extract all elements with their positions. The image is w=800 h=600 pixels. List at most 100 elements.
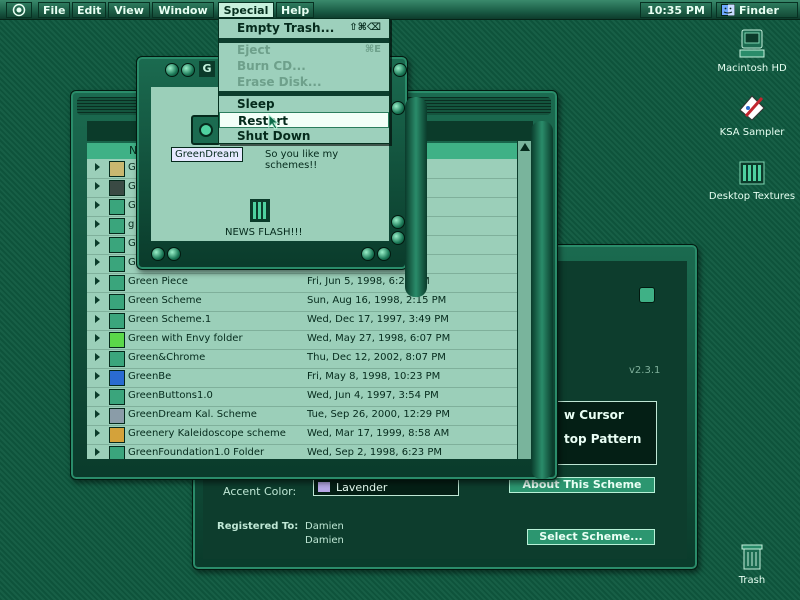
disclosure-triangle-icon[interactable]	[95, 277, 100, 285]
desktop-icon-desktop-textures[interactable]: Desktop Textures	[702, 156, 800, 202]
table-row[interactable]: GreenButtons1.0 Wed, Jun 4, 1997, 3:54 PM	[87, 387, 517, 407]
disclosure-triangle-icon[interactable]	[95, 201, 100, 209]
menu-item-label: Burn CD...	[237, 59, 306, 73]
collapse-box-icon[interactable]	[393, 63, 407, 77]
disclosure-triangle-icon[interactable]	[95, 296, 100, 304]
menu-item-sleep[interactable]: Sleep	[219, 96, 389, 112]
greendream-item-label[interactable]: GreenDream	[171, 147, 243, 162]
disclosure-triangle-icon[interactable]	[95, 391, 100, 399]
file-icon	[109, 313, 125, 329]
menu-window[interactable]: Window	[152, 2, 214, 18]
menu-clock[interactable]: 10:35 PM	[640, 2, 712, 18]
file-name: GreenDream Kal. Scheme	[128, 409, 257, 420]
scroll-knob-icon	[361, 247, 375, 261]
file-name: G	[128, 238, 136, 249]
registered-to-label: Registered To:	[217, 521, 299, 532]
table-row[interactable]: GreenBe Fri, May 8, 1998, 10:23 PM	[87, 368, 517, 388]
table-row[interactable]: Greenery Kaleidoscope scheme Wed, Mar 17,…	[87, 425, 517, 445]
table-row[interactable]: Green&Chrome Thu, Dec 12, 2002, 8:07 PM	[87, 349, 517, 369]
scroll-knob-icon	[391, 101, 405, 115]
menu-view[interactable]: View	[108, 2, 150, 18]
menu-item-empty-trash[interactable]: Empty Trash... ⇧⌘⌫	[219, 20, 389, 36]
menu-item-label: Shut Down	[237, 129, 311, 143]
trash-icon	[736, 540, 768, 572]
menu-item-label: Eject	[237, 43, 271, 57]
help-icon[interactable]	[639, 287, 655, 303]
disclosure-triangle-icon[interactable]	[95, 258, 100, 266]
disclosure-triangle-icon[interactable]	[95, 429, 100, 437]
window-title: G	[199, 61, 215, 77]
desktop-icon-trash[interactable]: Trash	[702, 540, 800, 586]
mouse-pointer-icon	[268, 114, 280, 130]
disclosure-triangle-icon[interactable]	[95, 372, 100, 380]
desktop-icon-macintosh-hd[interactable]: Macintosh HD	[702, 28, 800, 74]
menu-item-label: Erase Disk...	[237, 75, 322, 89]
option-cursor[interactable]: w Cursor	[564, 408, 624, 422]
desktop-icon-label: Desktop Textures	[708, 191, 796, 202]
resize-box-icon[interactable]	[377, 247, 391, 261]
menu-item-shortcut: ⇧⌘⌫	[349, 22, 381, 33]
menu-edit[interactable]: Edit	[72, 2, 106, 18]
disclosure-triangle-icon[interactable]	[95, 353, 100, 361]
file-icon	[109, 256, 125, 272]
file-name: GreenBe	[128, 371, 172, 382]
file-date-modified: Tue, Sep 26, 2000, 12:29 PM	[307, 409, 451, 420]
menu-item-erase-disk: Erase Disk...	[219, 74, 389, 90]
table-row[interactable]: Green Scheme.1 Wed, Dec 17, 1997, 3:49 PM	[87, 311, 517, 331]
paint-brush-icon	[736, 92, 768, 124]
file-date-modified: Wed, May 27, 1998, 6:07 PM	[307, 333, 451, 344]
disclosure-triangle-icon[interactable]	[95, 182, 100, 190]
file-icon	[109, 161, 125, 177]
accent-color-select[interactable]: Lavender	[313, 479, 459, 496]
accent-color-label: Accent Color:	[223, 485, 297, 498]
news-folder-icon[interactable]	[249, 197, 271, 223]
table-row[interactable]: Green Piece Fri, Jun 5, 1998, 6:25 AM	[87, 273, 517, 293]
application-menu[interactable]: Finder	[716, 2, 798, 18]
menu-help[interactable]: Help	[276, 2, 314, 18]
select-scheme-button[interactable]: Select Scheme...	[527, 529, 655, 545]
version-label: v2.3.1	[629, 365, 661, 376]
desktop-icon-ksa-sampler[interactable]: KSA Sampler	[702, 92, 800, 138]
finder-icon	[721, 4, 735, 16]
scroll-up-arrow-icon[interactable]	[520, 143, 530, 151]
file-name: Green Piece	[128, 276, 188, 287]
file-name: G	[128, 181, 136, 192]
window-knob-icon	[181, 63, 195, 77]
file-name: GreenButtons1.0	[128, 390, 213, 401]
file-icon	[109, 332, 125, 348]
apple-menu[interactable]	[6, 2, 32, 18]
menu-special[interactable]: Special	[218, 2, 274, 18]
menu-bar: File Edit View Window Special Help 10:35…	[0, 0, 800, 20]
textures-folder-icon	[736, 156, 768, 188]
table-row[interactable]: GreenFoundation1.0 Folder Wed, Sep 2, 199…	[87, 444, 517, 459]
option-pattern[interactable]: top Pattern	[564, 432, 641, 446]
disclosure-triangle-icon[interactable]	[95, 220, 100, 228]
file-icon	[109, 446, 125, 459]
disclosure-triangle-icon[interactable]	[95, 315, 100, 323]
file-icon	[109, 294, 125, 310]
file-icon	[109, 427, 125, 443]
menu-item-shut-down[interactable]: Shut Down	[219, 128, 389, 144]
apple-icon	[12, 3, 26, 17]
menu-item-restart[interactable]: Restart	[219, 112, 389, 128]
disclosure-triangle-icon[interactable]	[95, 410, 100, 418]
file-name: Greenery Kaleidoscope scheme	[128, 428, 286, 439]
table-row[interactable]: GreenDream Kal. Scheme Tue, Sep 26, 2000,…	[87, 406, 517, 426]
scroll-knob-icon	[391, 231, 405, 245]
file-name: G	[128, 257, 136, 268]
table-row[interactable]: Green with Envy folder Wed, May 27, 1998,…	[87, 330, 517, 350]
disclosure-triangle-icon[interactable]	[95, 239, 100, 247]
table-row[interactable]: Green Scheme Sun, Aug 16, 1998, 2:15 PM	[87, 292, 517, 312]
file-icon	[109, 218, 125, 234]
greendream-app-icon[interactable]	[191, 115, 221, 145]
menu-file[interactable]: File	[38, 2, 70, 18]
file-date-modified: Wed, Jun 4, 1997, 3:54 PM	[307, 390, 439, 401]
disclosure-triangle-icon[interactable]	[95, 448, 100, 456]
menu-item-eject: Eject ⌘E	[219, 42, 389, 58]
disclosure-triangle-icon[interactable]	[95, 334, 100, 342]
color-swatch-icon	[318, 482, 330, 492]
close-box-icon[interactable]	[165, 63, 179, 77]
file-date-modified: Wed, Dec 17, 1997, 3:49 PM	[307, 314, 449, 325]
disclosure-triangle-icon[interactable]	[95, 163, 100, 171]
news-folder-label: NEWS FLASH!!!	[225, 227, 303, 238]
